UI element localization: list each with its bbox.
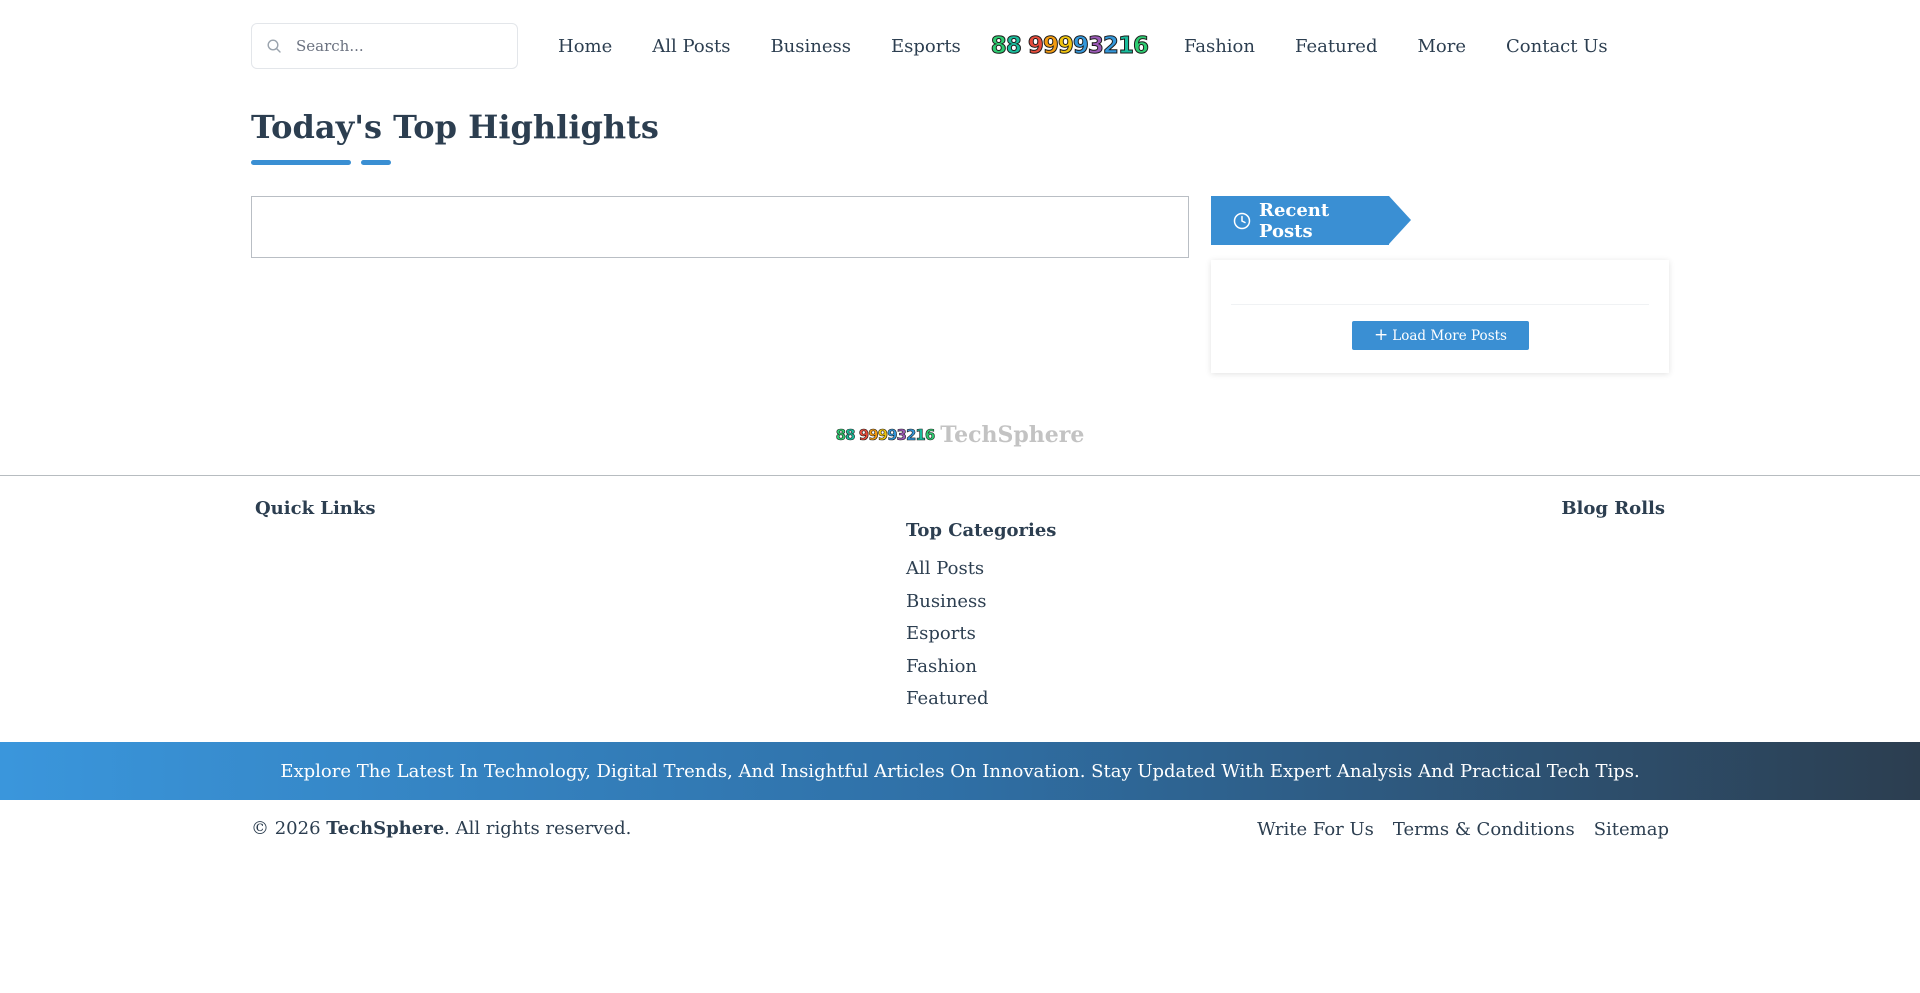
site-logo: 88 99993216 [990, 33, 1149, 60]
search-box[interactable] [251, 23, 518, 69]
link-write-for-us[interactable]: Write For Us [1257, 819, 1374, 840]
site-logo-link[interactable]: 88 99993216 [981, 33, 1164, 60]
nav-esports[interactable]: Esports [871, 36, 981, 57]
copyright-brand: TechSphere [326, 818, 445, 839]
list-item: All Posts [906, 557, 989, 590]
nav-business[interactable]: Business [750, 36, 871, 57]
highlights-container [251, 196, 1189, 258]
footer-brand: 88 99993216 TechSphere [0, 422, 1920, 448]
list-item: Featured [906, 687, 989, 720]
nav-featured[interactable]: Featured [1275, 36, 1398, 57]
nav-fashion[interactable]: Fashion [1164, 36, 1275, 57]
recent-posts-divider [1231, 304, 1649, 305]
list-item: Business [906, 590, 989, 623]
recent-posts-panel: + Load More Posts [1211, 260, 1669, 373]
category-business[interactable]: Business [906, 591, 987, 612]
title-underline [251, 160, 351, 165]
category-featured[interactable]: Featured [906, 688, 989, 709]
clock-icon [1233, 212, 1251, 229]
main-nav: Home All Posts Business Esports 88 99993… [538, 23, 1628, 69]
nav-more[interactable]: More [1397, 36, 1486, 57]
footer-logo: 88 99993216 [835, 426, 935, 445]
banner-text: Explore The Latest In Technology, Digita… [280, 760, 1640, 782]
list-item: Fashion [906, 655, 989, 688]
load-more-button[interactable]: + Load More Posts [1352, 321, 1529, 350]
link-sitemap[interactable]: Sitemap [1594, 819, 1669, 840]
top-categories-heading: Top Categories [906, 520, 1057, 541]
plus-icon: + [1374, 325, 1389, 345]
search-icon [267, 39, 281, 53]
load-more-label: Load More Posts [1392, 327, 1507, 344]
list-item: Esports [906, 622, 989, 655]
category-list: All Posts Business Esports Fashion Featu… [906, 557, 989, 720]
category-fashion[interactable]: Fashion [906, 656, 977, 677]
footer-divider [0, 475, 1920, 476]
nav-all-posts[interactable]: All Posts [632, 36, 750, 57]
blog-rolls-heading: Blog Rolls [1561, 498, 1665, 519]
footer-links: Write For Us Terms & Conditions Sitemap [1238, 819, 1669, 840]
link-terms-conditions[interactable]: Terms & Conditions [1393, 819, 1575, 840]
search-input[interactable] [296, 37, 496, 55]
copyright-suffix: . All rights reserved. [444, 818, 632, 839]
nav-home[interactable]: Home [538, 36, 632, 57]
title-underline-accent [361, 160, 391, 165]
nav-contact-us[interactable]: Contact Us [1486, 36, 1628, 57]
category-all-posts[interactable]: All Posts [906, 558, 984, 579]
copyright-prefix: © 2026 [251, 818, 321, 839]
quick-links-heading: Quick Links [255, 498, 376, 519]
tagline-banner: Explore The Latest In Technology, Digita… [0, 742, 1920, 800]
recent-posts-header: Recent Posts [1211, 196, 1411, 245]
copyright: © 2026 TechSphere. All rights reserved. [251, 818, 631, 839]
category-esports[interactable]: Esports [906, 623, 976, 644]
page-title: Today's Top Highlights [251, 108, 659, 146]
recent-posts-title: Recent Posts [1258, 199, 1330, 242]
site-header: Home All Posts Business Esports 88 99993… [251, 23, 1628, 69]
footer-brand-name: TechSphere [940, 422, 1085, 448]
